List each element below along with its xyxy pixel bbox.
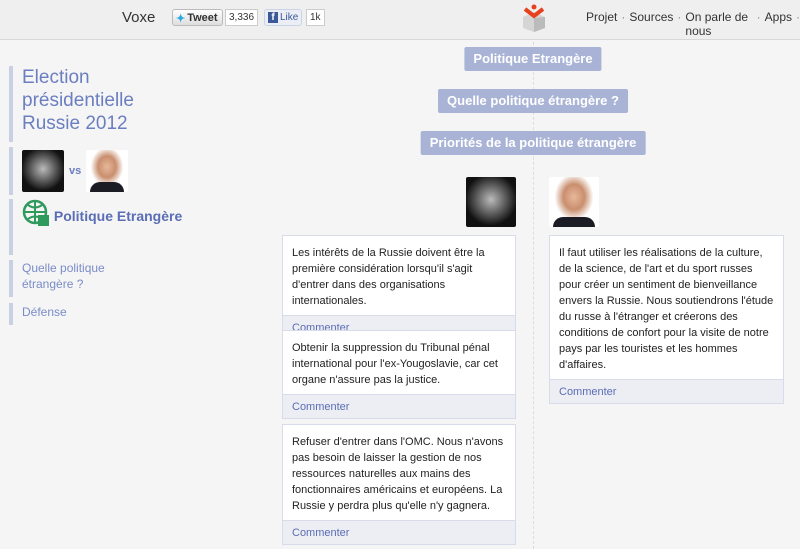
candidate-putin-avatar[interactable]	[86, 150, 129, 192]
comment-link[interactable]: Commenter	[283, 520, 515, 544]
proposal-card: Obtenir la suppression du Tribunal pénal…	[282, 330, 516, 419]
comment-link[interactable]: Commenter	[283, 394, 515, 418]
nav-projet[interactable]: Projet	[586, 10, 617, 38]
candidate-zhirinovsky-avatar[interactable]	[22, 150, 64, 192]
proposal-card: Il faut utiliser les réalisations de la …	[549, 235, 784, 404]
twitter-bird-icon: ✦	[176, 12, 186, 25]
election-title[interactable]: Election présidentielle Russie 2012	[9, 66, 179, 142]
pill-theme[interactable]: Politique Etrangère	[464, 47, 602, 71]
proposal-card: Refuser d'entrer dans l'OMC. Nous n'avon…	[282, 424, 516, 545]
pill-subject[interactable]: Priorités de la politique étrangère	[420, 131, 646, 155]
left-candidate-avatar[interactable]	[466, 177, 516, 227]
comment-link[interactable]: Commenter	[550, 379, 783, 403]
proposal-card: Les intérêts de la Russie doivent être l…	[282, 235, 516, 340]
like-count: 1k	[306, 9, 325, 26]
tweet-count: 3,336	[225, 9, 259, 26]
sidebar-category-politique-etrangere[interactable]: Politique Etrangère	[9, 199, 182, 255]
like-button[interactable]: f Like	[264, 9, 303, 26]
globe-icon	[22, 199, 49, 226]
sidebar-item-defense[interactable]: Défense	[9, 303, 67, 325]
facebook-icon: f	[268, 12, 278, 23]
nav-sources[interactable]: Sources	[629, 10, 673, 38]
header: Voxe ✦ Tweet 3,336 f Like 1k Projet · Sourc…	[0, 0, 800, 40]
right-candidate-avatar[interactable]	[549, 177, 599, 227]
nav-on-parle-de-nous[interactable]: On parle de nous	[685, 10, 752, 38]
divider	[533, 42, 534, 549]
brand[interactable]: Voxe	[122, 9, 155, 26]
top-nav: Projet · Sources · On parle de nous · Apps ·	[586, 10, 800, 38]
candidates-versus: vs	[9, 147, 129, 195]
vs-label: vs	[69, 165, 82, 177]
pill-question[interactable]: Quelle politique étrangère ?	[438, 89, 628, 113]
sidebar-item-quelle-politique[interactable]: Quelle politique étrangère ?	[9, 260, 139, 297]
tweet-button[interactable]: ✦ Tweet	[172, 9, 223, 26]
nav-apps[interactable]: Apps	[765, 10, 792, 38]
voxe-logo-icon[interactable]	[522, 4, 546, 32]
